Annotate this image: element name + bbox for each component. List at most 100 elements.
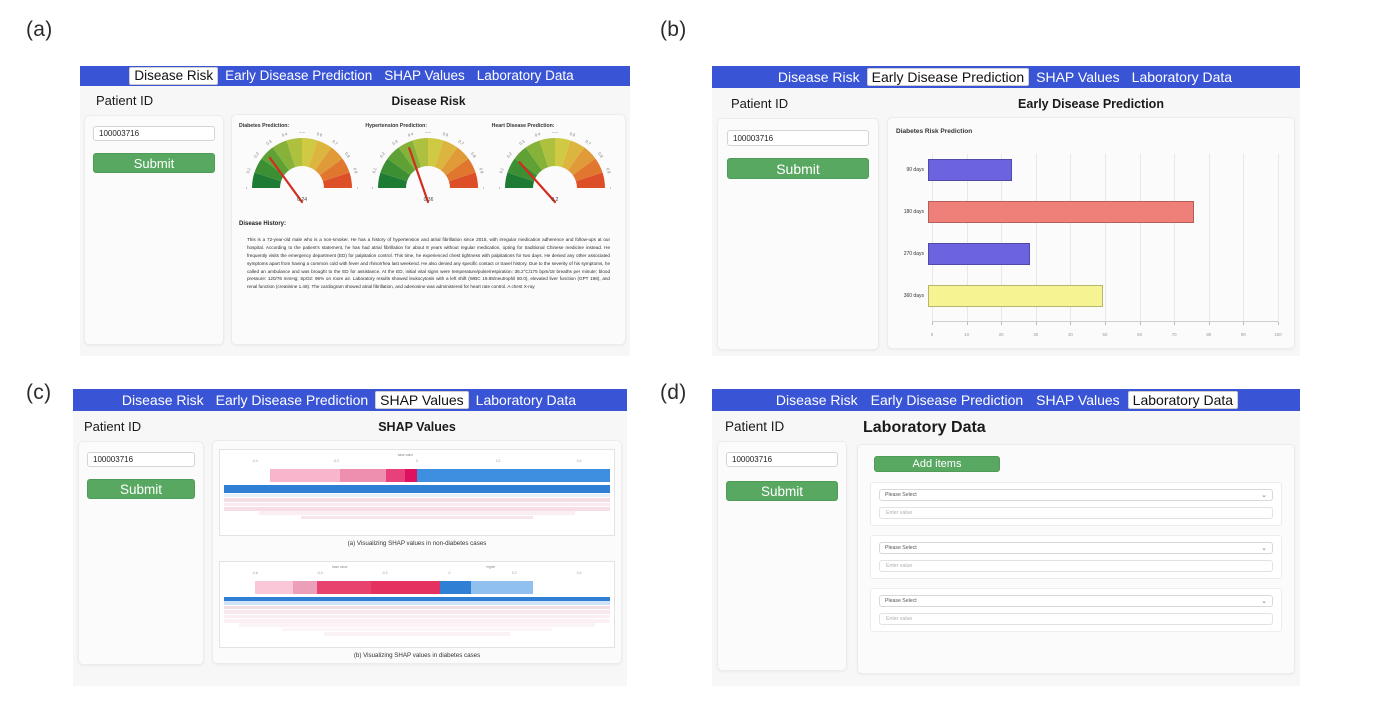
chart-tickmark (1243, 322, 1245, 325)
chart-tickmark (1035, 322, 1037, 325)
lab-item-select-2[interactable]: Please Select ⌄ (879, 595, 1273, 607)
svg-text:0.7: 0.7 (584, 139, 592, 147)
svg-text:1: 1 (356, 187, 358, 190)
patient-id-input-b[interactable]: 100003716 (727, 130, 869, 146)
shap-card: base value -0.4 -0.2 0 0.2 0.4 (a) Visualizing… (212, 440, 622, 664)
shap-axis: -0.4 -0.2 0 0.2 0.4 (224, 459, 610, 468)
chart-x-tick-label: 10 (964, 332, 970, 337)
tab-shap-values-d[interactable]: SHAP Values (1031, 391, 1125, 409)
chart-bar (928, 243, 1030, 265)
chart-category-label: 90 days (906, 166, 924, 173)
tab-early-disease-prediction-b[interactable]: Early Disease Prediction (866, 67, 1030, 87)
tab-shap-values-b[interactable]: SHAP Values (1031, 68, 1125, 86)
shap-force-segment (270, 469, 340, 482)
tab-disease-risk-c[interactable]: Disease Risk (117, 391, 209, 409)
lab-item-row: Please Select ⌄ Enter value (870, 535, 1282, 579)
gauge-value-2: 0.2 (551, 197, 559, 203)
svg-text:0.4: 0.4 (281, 132, 289, 138)
lab-item-select-1[interactable]: Please Select ⌄ (879, 542, 1273, 554)
gauge-svg-1: 0 0.1 0.2 0.3 0.4 0.5 0.6 0.7 0.8 0.9 1 (372, 132, 484, 204)
tab-laboratory-data-b[interactable]: Laboratory Data (1127, 68, 1237, 86)
shap-force-segment (224, 581, 255, 594)
app-window-d: Disease Risk Early Disease Prediction SH… (712, 389, 1300, 686)
chart-tickmark (1174, 322, 1176, 325)
chart-gridline (1278, 154, 1279, 322)
navbar-d: Disease Risk Early Disease Prediction SH… (712, 389, 1300, 411)
tab-laboratory-data-d[interactable]: Laboratory Data (1127, 390, 1239, 410)
shap-feature-row (239, 623, 595, 627)
lab-item-value-input-2[interactable]: Enter value (879, 613, 1273, 625)
lab-item-value-input-0[interactable]: Enter value (879, 507, 1273, 519)
svg-text:1: 1 (482, 187, 484, 190)
shap-axis-tick: -0.4 (251, 459, 258, 463)
svg-text:0.9: 0.9 (605, 167, 611, 175)
shap-feature-row (224, 605, 610, 610)
page-title-a: Disease Risk (391, 94, 466, 108)
svg-text:0: 0 (372, 186, 374, 189)
patient-card-a: 100003716 Submit (84, 115, 224, 345)
shap-force-bar (224, 469, 610, 482)
tab-shap-values-c[interactable]: SHAP Values (375, 390, 469, 410)
svg-text:0.1: 0.1 (499, 166, 505, 174)
tab-early-disease-prediction-d[interactable]: Early Disease Prediction (866, 391, 1029, 409)
shap-feature-text-block (224, 485, 610, 520)
panel-label-a: (a) (26, 18, 53, 41)
svg-text:0.2: 0.2 (253, 150, 261, 158)
sidebar-b: Patient ID 100003716 Submit (717, 95, 879, 350)
patient-id-input-a[interactable]: 100003716 (93, 126, 215, 141)
svg-text:0.3: 0.3 (265, 138, 273, 146)
shap-feature-row (224, 485, 610, 489)
app-window-b: Disease Risk Early Disease Prediction SH… (712, 66, 1300, 356)
page-title-c: SHAP Values (378, 420, 456, 434)
chart-category-label: 360 days (903, 292, 924, 299)
panel-label-b: (b) (660, 18, 687, 41)
submit-button-d[interactable]: Submit (726, 481, 838, 501)
tab-disease-risk-d[interactable]: Disease Risk (771, 391, 863, 409)
shap-feature-row (224, 489, 610, 493)
shap-axis-tick: -0.4 (316, 571, 323, 575)
app-window-a: Disease Risk Early Disease Prediction SH… (80, 66, 630, 356)
svg-text:0: 0 (499, 186, 501, 189)
patient-id-label-b: Patient ID (731, 96, 789, 111)
shap-feature-row (258, 511, 576, 515)
early-prediction-card: Diabetes Risk Prediction 90 days 180 days… (887, 117, 1295, 349)
gauge-value-0: 0.24 (297, 197, 308, 203)
tab-early-disease-prediction-c[interactable]: Early Disease Prediction (211, 391, 374, 409)
chart-bar-row: 360 days (896, 285, 1278, 307)
gauge-2: Heart Disease Prediction: 0 0.1 0.2 0.3 0.4 0.… (492, 123, 618, 204)
gauge-row: Diabetes Prediction:00.10.20.30.40.50.60… (239, 123, 618, 204)
chart-bar (928, 285, 1103, 307)
shap-axis-tick: -0.2 (333, 459, 339, 463)
svg-text:0.4: 0.4 (408, 132, 416, 138)
chart-x-tick-label: 80 (1206, 332, 1212, 337)
shap-force-bar (224, 581, 610, 594)
submit-button-c[interactable]: Submit (87, 479, 195, 499)
patient-id-label-a: Patient ID (96, 93, 154, 108)
patient-id-input-c[interactable]: 100003716 (87, 452, 195, 467)
chevron-down-icon: ⌄ (1261, 545, 1267, 552)
chart-tickmark (1105, 322, 1106, 325)
svg-text:0.5: 0.5 (426, 132, 432, 134)
submit-button-a[interactable]: Submit (93, 153, 215, 173)
tab-disease-risk-b[interactable]: Disease Risk (773, 68, 865, 86)
tab-laboratory-data-c[interactable]: Laboratory Data (471, 391, 581, 409)
screenshot-canvas: (a) Disease Risk Early Disease Predictio… (0, 0, 1379, 722)
chart-category-label: 270 days (903, 250, 924, 257)
shap-force-segment (471, 581, 533, 594)
tab-disease-risk-a[interactable]: Disease Risk (129, 67, 219, 85)
lab-item-select-0[interactable]: Please Select ⌄ (879, 489, 1273, 501)
chart-x-tick-label: 30 (1033, 332, 1039, 337)
submit-button-b[interactable]: Submit (727, 158, 869, 179)
shap-axis-tick: -0.2 (381, 571, 388, 575)
lab-item-value-input-1[interactable]: Enter value (879, 560, 1273, 572)
tab-laboratory-data-a[interactable]: Laboratory Data (472, 67, 579, 85)
main-c: SHAP Values base value -0.4 -0.2 0 0.2 0.4 (a)… (212, 418, 622, 665)
tab-shap-values-a[interactable]: SHAP Values (379, 67, 470, 85)
sidebar-c: Patient ID 100003716 Submit (78, 418, 204, 665)
tab-early-disease-prediction-a[interactable]: Early Disease Prediction (220, 67, 377, 85)
add-items-button[interactable]: Add items (874, 456, 1000, 472)
chart-tickmark (932, 322, 933, 325)
chart-title-b: Diabetes Risk Prediction (896, 128, 973, 135)
shap-base-value-label: base value (397, 453, 414, 457)
patient-id-input-d[interactable]: 100003716 (726, 452, 838, 467)
